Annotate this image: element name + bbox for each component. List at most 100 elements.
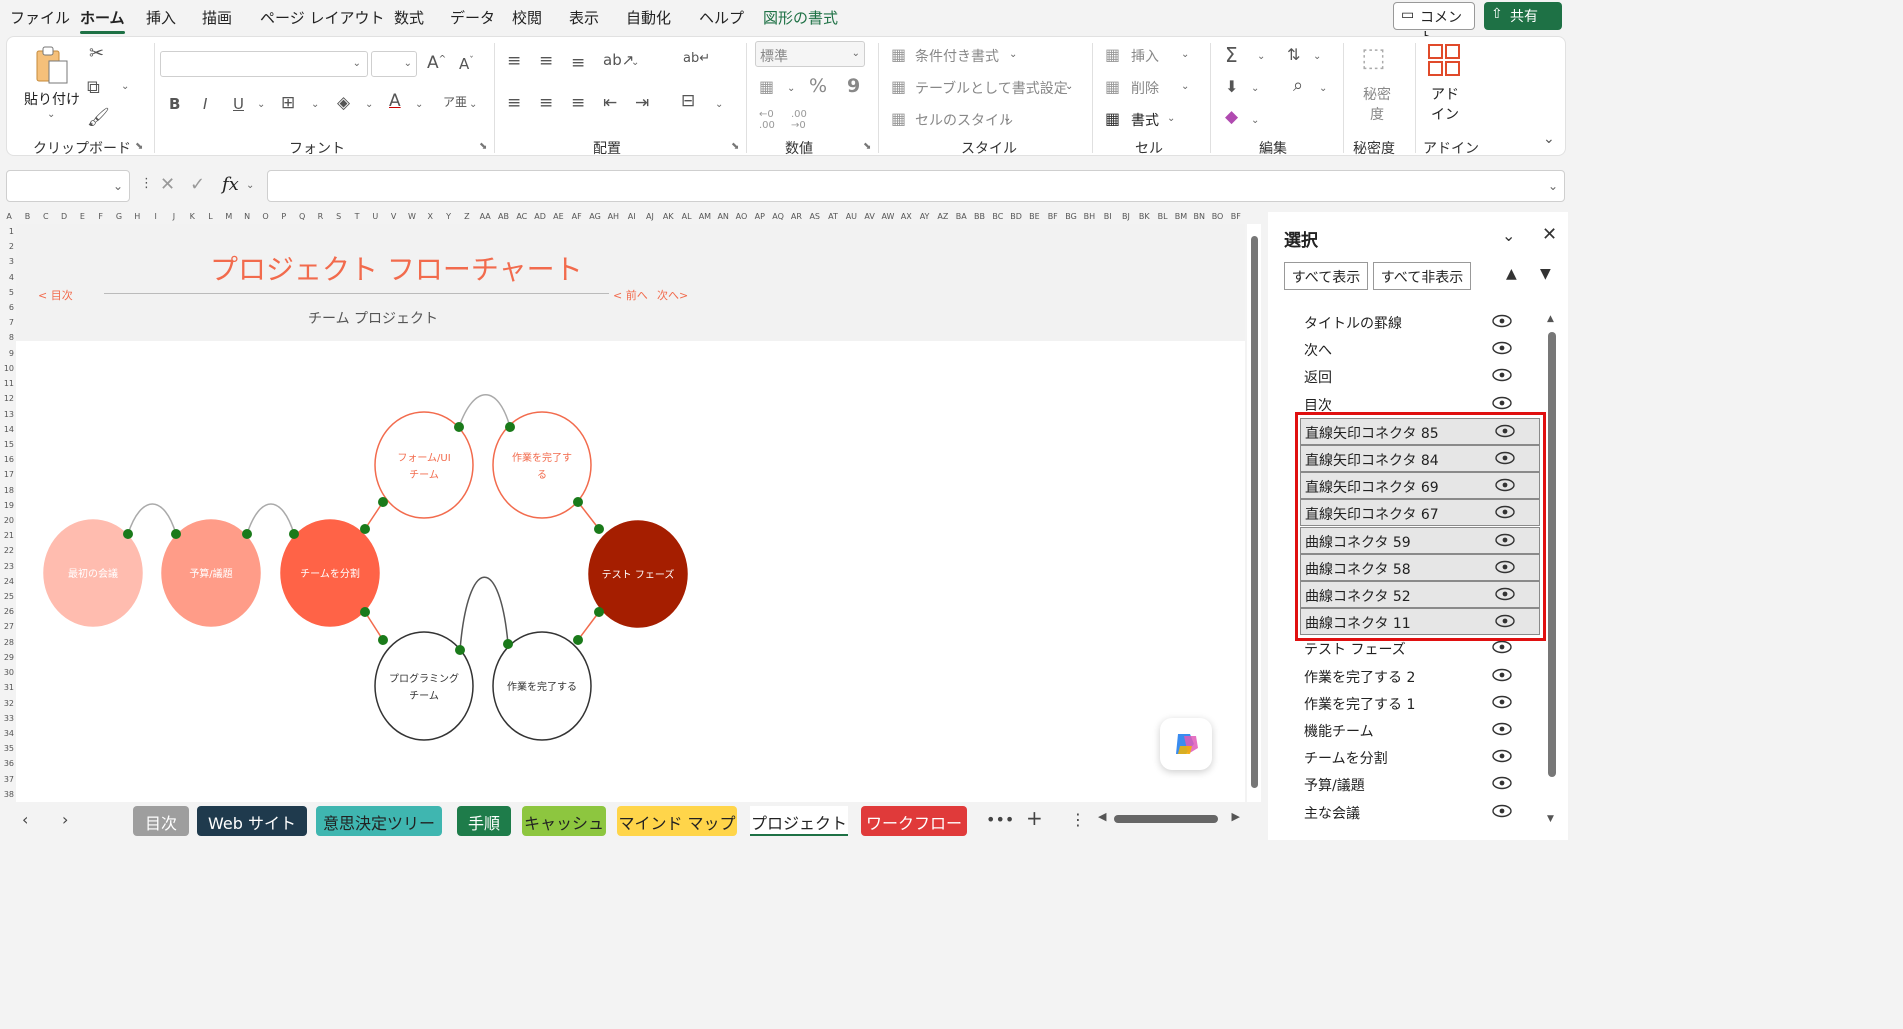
fill-dropdown-icon[interactable]: ⌄ xyxy=(1251,83,1259,94)
find-dropdown-icon[interactable]: ⌄ xyxy=(1319,83,1327,94)
show-all-button[interactable]: すべて表示 xyxy=(1284,262,1368,290)
pane-scroll-down-icon[interactable]: ▼ xyxy=(1547,814,1554,824)
column-header[interactable]: K xyxy=(183,212,201,221)
insert-cells-button[interactable]: 挿入 xyxy=(1131,46,1159,66)
column-header[interactable]: BB xyxy=(970,212,988,221)
column-header[interactable]: BH xyxy=(1080,212,1098,221)
visibility-eye-icon[interactable] xyxy=(1492,314,1512,332)
conditional-format-button[interactable]: 条件付き書式 xyxy=(915,46,999,66)
row-header[interactable]: 17 xyxy=(0,470,14,479)
row-header[interactable]: 30 xyxy=(0,668,14,677)
accounting-dropdown-icon[interactable]: ⌄ xyxy=(787,83,795,94)
font-launcher-icon[interactable]: ⬊ xyxy=(479,141,487,152)
curved-connector[interactable] xyxy=(458,394,511,428)
column-header[interactable]: R xyxy=(311,212,329,221)
pane-item[interactable]: 予算/議題 xyxy=(1298,771,1544,798)
visibility-eye-icon[interactable] xyxy=(1492,695,1512,713)
addins-icon[interactable] xyxy=(1427,43,1461,77)
borders-icon[interactable]: ⊞ xyxy=(281,93,295,113)
addins-button[interactable]: アドイン xyxy=(1427,85,1463,125)
visibility-eye-icon[interactable] xyxy=(1492,368,1512,386)
row-header[interactable]: 22 xyxy=(0,546,14,555)
bold-icon[interactable]: B xyxy=(169,95,180,113)
percent-style-icon[interactable]: % xyxy=(809,75,827,97)
row-header[interactable]: 29 xyxy=(0,653,14,662)
column-header[interactable]: M xyxy=(220,212,238,221)
tab-options-icon[interactable]: ⋮ xyxy=(1070,810,1086,829)
row-header[interactable]: 5 xyxy=(0,288,14,297)
pane-item[interactable]: 次へ xyxy=(1298,336,1544,363)
column-header[interactable]: BI xyxy=(1099,212,1117,221)
cut-icon[interactable]: ✂ xyxy=(89,43,104,64)
cell-styles-button[interactable]: セルのスタイル xyxy=(915,110,1013,130)
row-header[interactable]: 26 xyxy=(0,607,14,616)
cancel-icon[interactable]: ✕ xyxy=(160,174,175,195)
column-header[interactable]: J xyxy=(165,212,183,221)
sort-filter-icon[interactable]: ⇅ xyxy=(1287,45,1300,64)
tab-prev-icon[interactable]: ‹ xyxy=(22,810,28,829)
font-size-select[interactable]: ⌄ xyxy=(371,51,417,77)
align-middle-icon[interactable]: ≡ xyxy=(539,51,553,71)
column-header[interactable]: S xyxy=(330,212,348,221)
alignment-launcher-icon[interactable]: ⬊ xyxy=(731,141,739,152)
column-header[interactable]: AZ xyxy=(934,212,952,221)
column-header[interactable]: AB xyxy=(494,212,512,221)
font-color-dropdown-icon[interactable]: ⌄ xyxy=(415,99,423,110)
autosum-icon[interactable]: Σ xyxy=(1225,43,1238,67)
row-header[interactable]: 28 xyxy=(0,638,14,647)
decrease-font-icon[interactable]: Aˇ xyxy=(459,55,474,73)
sheet-tab[interactable]: Web サイト xyxy=(197,806,307,836)
column-header[interactable]: BM xyxy=(1172,212,1190,221)
name-box-dropdown-icon[interactable]: ⌄ xyxy=(113,179,123,193)
format-cells-button[interactable]: 書式 xyxy=(1131,110,1159,130)
column-header[interactable]: Y xyxy=(439,212,457,221)
row-header[interactable]: 21 xyxy=(0,531,14,540)
scroll-right-icon[interactable]: ▶ xyxy=(1232,810,1240,823)
decrease-indent-icon[interactable]: ⇤ xyxy=(603,93,617,113)
bring-forward-icon[interactable]: ▲ xyxy=(1506,266,1517,282)
hscroll-thumb[interactable] xyxy=(1114,815,1218,823)
row-header[interactable]: 32 xyxy=(0,699,14,708)
visibility-eye-icon[interactable] xyxy=(1492,341,1512,359)
row-header[interactable]: 25 xyxy=(0,592,14,601)
number-format-select[interactable]: 標準 ⌄ xyxy=(755,41,865,67)
column-header[interactable]: Z xyxy=(458,212,476,221)
column-header[interactable]: AK xyxy=(659,212,677,221)
column-header[interactable]: AN xyxy=(714,212,732,221)
pane-item[interactable]: 作業を完了する 2 xyxy=(1298,663,1544,690)
pane-item[interactable]: 主な会議 xyxy=(1298,799,1544,826)
column-header[interactable]: AW xyxy=(879,212,897,221)
pane-scrollbar[interactable]: ▲ ▼ xyxy=(1546,314,1558,824)
column-header[interactable]: L xyxy=(201,212,219,221)
column-header[interactable]: AG xyxy=(586,212,604,221)
connector-handle[interactable] xyxy=(573,635,583,645)
phonetic-dropdown-icon[interactable]: ⌄ xyxy=(469,99,477,110)
fill-dropdown-icon[interactable]: ⌄ xyxy=(365,99,373,110)
menu-page-layout[interactable]: ページ レイアウト xyxy=(260,7,384,28)
column-header[interactable]: D xyxy=(55,212,73,221)
menu-draw[interactable]: 描画 xyxy=(202,7,232,28)
column-header[interactable]: U xyxy=(366,212,384,221)
fill-icon[interactable]: ⬇ xyxy=(1225,77,1238,96)
pane-item[interactable]: 機能チーム xyxy=(1298,717,1544,744)
pane-close-icon[interactable]: ✕ xyxy=(1542,224,1557,245)
column-header[interactable]: T xyxy=(348,212,366,221)
connector-handle[interactable] xyxy=(360,524,370,534)
sheet-tab[interactable]: 手順 xyxy=(457,806,511,836)
pane-scroll-up-icon[interactable]: ▲ xyxy=(1547,314,1554,324)
align-bottom-icon[interactable]: ≡ xyxy=(571,53,585,73)
row-header[interactable]: 35 xyxy=(0,744,14,753)
column-header[interactable]: O xyxy=(256,212,274,221)
column-header[interactable]: BF xyxy=(1227,212,1245,221)
fx-dropdown-icon[interactable]: ⌄ xyxy=(246,180,254,191)
align-center-icon[interactable]: ≡ xyxy=(539,93,553,113)
row-header[interactable]: 23 xyxy=(0,562,14,571)
connector-handle[interactable] xyxy=(378,635,388,645)
underline-icon[interactable]: U xyxy=(233,95,244,113)
connector-handle[interactable] xyxy=(123,529,133,539)
column-header[interactable]: AF xyxy=(568,212,586,221)
column-header[interactable]: X xyxy=(421,212,439,221)
share-button[interactable]: ⇧ 共有 xyxy=(1484,2,1562,30)
increase-font-icon[interactable]: A^ xyxy=(427,53,446,73)
italic-icon[interactable]: I xyxy=(203,95,207,113)
